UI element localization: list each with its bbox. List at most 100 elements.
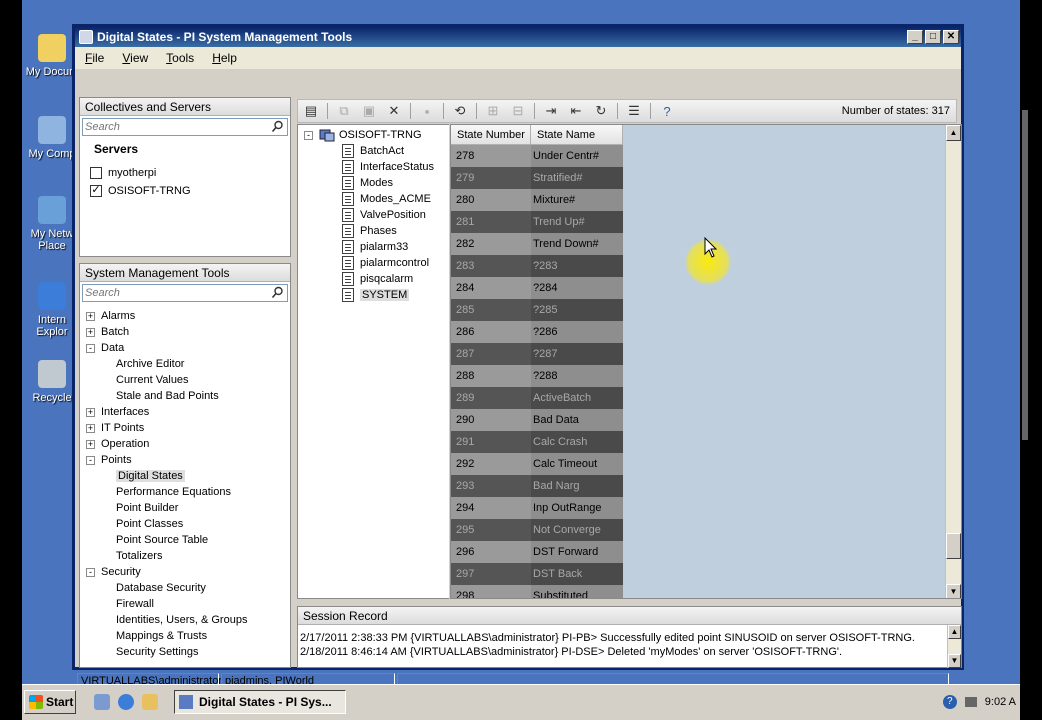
state-name-cell[interactable]: Stratified# (531, 167, 621, 189)
menu-tools[interactable]: Tools (166, 51, 194, 65)
tree-item[interactable]: Totalizers (80, 548, 290, 564)
state-set-item[interactable]: ValvePosition (298, 207, 449, 223)
state-set-item[interactable]: Modes (298, 175, 449, 191)
tree-item[interactable]: + Batch (80, 324, 290, 340)
paste-icon[interactable]: ▣ (360, 102, 378, 120)
scroll-up-icon[interactable]: ▲ (948, 625, 961, 639)
menu-help[interactable]: Help (212, 51, 237, 65)
maximize-button[interactable]: □ (925, 30, 941, 44)
refresh-server-icon[interactable]: ⟲ (451, 102, 469, 120)
state-name-cell[interactable]: ActiveBatch (531, 387, 621, 409)
table-row[interactable]: 285 ?285 (451, 299, 623, 321)
table-row[interactable]: 282 Trend Down# (451, 233, 623, 255)
tree-item[interactable]: + Alarms (80, 308, 290, 324)
tree-item[interactable]: Stale and Bad Points (80, 388, 290, 404)
quicklaunch-desktop-icon[interactable] (94, 694, 110, 710)
state-number-cell[interactable]: 295 (451, 519, 531, 541)
table-row[interactable]: 280 Mixture# (451, 189, 623, 211)
state-set-item[interactable]: SYSTEM (298, 287, 449, 303)
state-set-item[interactable]: Modes_ACME (298, 191, 449, 207)
session-scrollbar[interactable]: ▲ ▼ (947, 625, 961, 668)
tree-item[interactable]: Database Security (80, 580, 290, 596)
servers-search-input[interactable] (83, 119, 263, 135)
tree-item[interactable]: Current Values (80, 372, 290, 388)
state-name-cell[interactable]: Bad Data (531, 409, 621, 431)
table-row[interactable]: 288 ?288 (451, 365, 623, 387)
table-row[interactable]: 293 Bad Narg (451, 475, 623, 497)
delete-icon[interactable]: ✕ (385, 102, 403, 120)
state-name-cell[interactable]: Mixture# (531, 189, 621, 211)
table-row[interactable]: 289 ActiveBatch (451, 387, 623, 409)
state-number-cell[interactable]: 289 (451, 387, 531, 409)
quicklaunch-ie-icon[interactable] (118, 694, 134, 710)
state-name-cell[interactable]: Not Converge (531, 519, 621, 541)
table-row[interactable]: 287 ?287 (451, 343, 623, 365)
table-row[interactable]: 281 Trend Up# (451, 211, 623, 233)
state-number-cell[interactable]: 298 (451, 585, 531, 598)
export-icon[interactable]: ⇥ (542, 102, 560, 120)
collapse-icon[interactable]: - (86, 567, 95, 577)
state-number-cell[interactable]: 286 (451, 321, 531, 343)
table-row[interactable]: 279 Stratified# (451, 167, 623, 189)
table-row[interactable]: 298 Substituted (451, 585, 623, 598)
table-row[interactable]: 294 Inp OutRange (451, 497, 623, 519)
state-name-cell[interactable]: Trend Up# (531, 211, 621, 233)
tree-item[interactable]: Security Settings (80, 644, 290, 660)
refresh-icon[interactable]: ↻ (592, 102, 610, 120)
tree-item[interactable]: Digital States (80, 468, 290, 484)
tree-item[interactable]: Performance Equations (80, 484, 290, 500)
state-number-cell[interactable]: 291 (451, 431, 531, 453)
state-name-cell[interactable]: Substituted (531, 585, 621, 598)
start-button[interactable]: Start (24, 690, 76, 714)
server-checkbox[interactable]: ✓ (90, 185, 102, 197)
state-number-cell[interactable]: 283 (451, 255, 531, 277)
tree-item[interactable]: - Security (80, 564, 290, 580)
tree-item[interactable]: Identities, Users, & Groups (80, 612, 290, 628)
state-set-item[interactable]: Phases (298, 223, 449, 239)
state-set-item[interactable]: InterfaceStatus (298, 159, 449, 175)
taskbar-window-button[interactable]: Digital States - PI Sys... (174, 690, 346, 714)
tree-item[interactable]: - Points (80, 452, 290, 468)
tree-item[interactable]: Archive Editor (80, 356, 290, 372)
table-row[interactable]: 286 ?286 (451, 321, 623, 343)
state-number-cell[interactable]: 290 (451, 409, 531, 431)
expand-icon[interactable]: + (86, 407, 95, 417)
state-number-cell[interactable]: 293 (451, 475, 531, 497)
server-item[interactable]: ✓ OSISOFT-TRNG (80, 182, 290, 200)
collapse-icon[interactable]: - (86, 343, 95, 353)
tree-item[interactable]: Point Builder (80, 500, 290, 516)
table-row[interactable]: 278 Under Centr# (451, 145, 623, 167)
state-number-cell[interactable]: 281 (451, 211, 531, 233)
table-row[interactable]: 297 DST Back (451, 563, 623, 585)
state-name-cell[interactable]: DST Forward (531, 541, 621, 563)
new-state-set-icon[interactable]: ▤ (302, 102, 320, 120)
state-number-cell[interactable]: 297 (451, 563, 531, 585)
tree-item[interactable]: + Operation (80, 436, 290, 452)
expand-icon[interactable]: + (86, 311, 95, 321)
help-icon[interactable]: ? (658, 102, 676, 120)
state-name-cell[interactable]: Calc Crash (531, 431, 621, 453)
state-name-cell[interactable]: ?286 (531, 321, 621, 343)
tree-item[interactable]: Mappings & Trusts (80, 628, 290, 644)
state-name-cell[interactable]: Trend Down# (531, 233, 621, 255)
title-bar[interactable]: Digital States - PI System Management To… (75, 27, 961, 47)
state-number-cell[interactable]: 282 (451, 233, 531, 255)
state-number-cell[interactable]: 292 (451, 453, 531, 475)
state-name-cell[interactable]: Inp OutRange (531, 497, 621, 519)
menu-view[interactable]: View (122, 51, 148, 65)
copy-icon[interactable]: ⧉ (335, 102, 353, 120)
collapse-icon[interactable]: - (86, 455, 95, 465)
collapse-icon[interactable]: - (304, 130, 313, 140)
scroll-thumb[interactable] (946, 533, 961, 559)
insert-row-icon[interactable]: ⊞ (484, 102, 502, 120)
state-set-item[interactable]: BatchAct (298, 143, 449, 159)
state-set-item[interactable]: pialarmcontrol (298, 255, 449, 271)
state-number-cell[interactable]: 279 (451, 167, 531, 189)
table-row[interactable]: 296 DST Forward (451, 541, 623, 563)
expand-icon[interactable]: + (86, 327, 95, 337)
close-button[interactable]: ✕ (943, 30, 959, 44)
scroll-down-icon[interactable]: ▼ (948, 654, 961, 668)
expand-icon[interactable]: + (86, 423, 95, 433)
state-number-cell[interactable]: 294 (451, 497, 531, 519)
tools-search-input[interactable] (83, 285, 263, 301)
